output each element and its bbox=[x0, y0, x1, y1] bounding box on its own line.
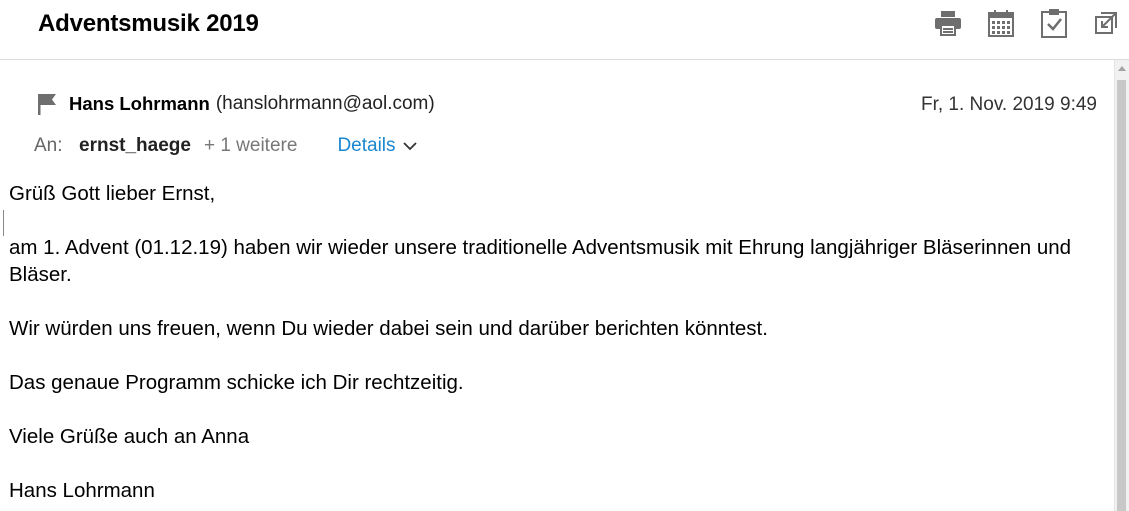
recipient-row: An: ernst_haege + 1 weitere Details bbox=[34, 134, 417, 158]
text-cursor bbox=[3, 210, 4, 236]
task-button[interactable] bbox=[1039, 8, 1069, 38]
body-paragraph: Das genaue Programm schicke ich Dir rech… bbox=[9, 371, 464, 394]
sender-email[interactable]: (hanslohrmann@aol.com) bbox=[216, 93, 435, 115]
body-paragraph: Hans Lohrmann bbox=[9, 479, 155, 502]
popout-icon bbox=[1095, 12, 1117, 34]
chevron-down-icon bbox=[402, 142, 417, 151]
vertical-scrollbar[interactable] bbox=[1114, 60, 1129, 511]
recipient-name[interactable]: ernst_haege bbox=[79, 135, 191, 157]
scroll-up-arrow-icon[interactable] bbox=[1118, 66, 1126, 71]
print-button[interactable] bbox=[933, 8, 963, 38]
popout-button[interactable] bbox=[1091, 8, 1121, 38]
sender-row: Hans Lohrmann (hanslohrmann@aol.com) bbox=[36, 92, 435, 116]
message-date: Fr, 1. Nov. 2019 9:49 bbox=[920, 94, 1097, 115]
scroll-thumb[interactable] bbox=[1117, 80, 1126, 511]
flag-icon[interactable] bbox=[36, 93, 58, 115]
details-label: Details bbox=[337, 135, 396, 156]
to-label: An: bbox=[34, 135, 63, 156]
details-toggle[interactable]: Details bbox=[337, 135, 417, 157]
body-paragraph: Grüß Gott lieber Ernst, bbox=[9, 182, 216, 205]
message-body: Grüß Gott lieber Ernst, am 1. Advent (01… bbox=[9, 180, 1099, 511]
body-paragraph: Viele Grüße auch an Anna bbox=[9, 425, 250, 448]
sender-name[interactable]: Hans Lohrmann bbox=[69, 93, 210, 115]
body-paragraph: Wir würden uns freuen, wenn Du wieder da… bbox=[9, 317, 768, 340]
message-header: Adventsmusik 2019 bbox=[0, 0, 1129, 60]
calendar-icon bbox=[988, 10, 1014, 37]
print-icon bbox=[935, 11, 961, 36]
more-recipients[interactable]: + 1 weitere bbox=[204, 135, 297, 157]
body-paragraph: am 1. Advent (01.12.19) haben wir wieder… bbox=[9, 236, 1072, 286]
calendar-button[interactable] bbox=[986, 8, 1016, 38]
subject-title: Adventsmusik 2019 bbox=[38, 10, 259, 37]
email-reader: Adventsmusik 2019 Hans Lohrmann (hansloh… bbox=[0, 0, 1129, 511]
task-clipboard-icon bbox=[1041, 9, 1067, 38]
